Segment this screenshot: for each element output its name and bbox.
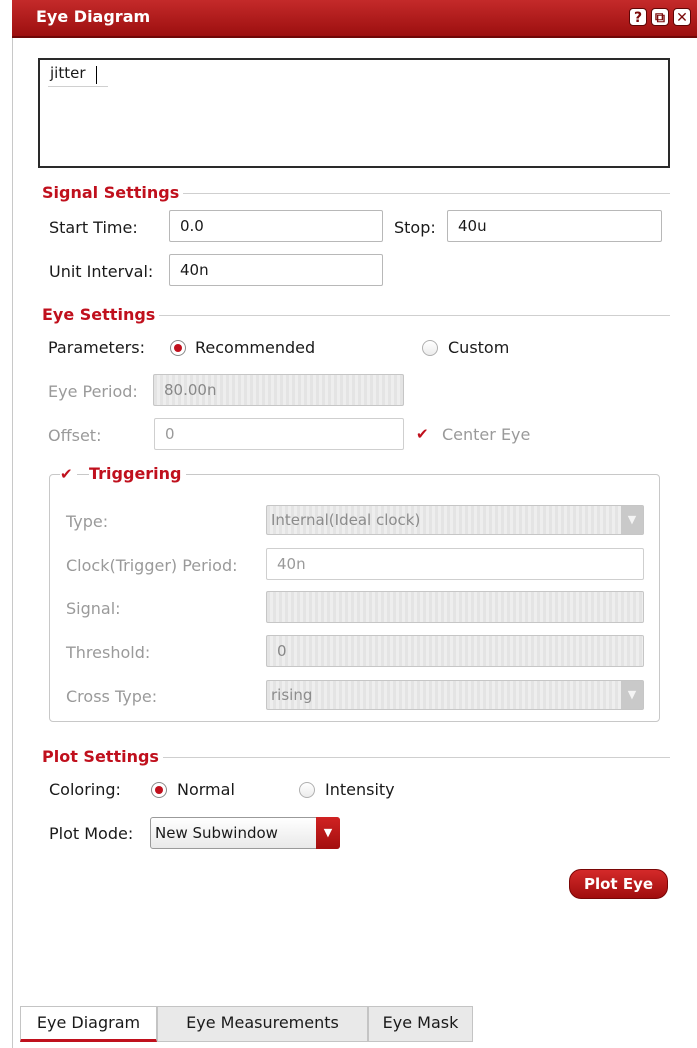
unit-interval-input[interactable]: 40n [169, 254, 383, 286]
plot-mode-value: New Subwindow [155, 824, 278, 842]
tab-eye-diagram[interactable]: Eye Diagram [20, 1006, 157, 1042]
cross-type-value: rising [271, 686, 313, 704]
threshold-label: Threshold: [66, 643, 151, 662]
triggering-checkbox[interactable]: ✔ [60, 465, 77, 483]
intensity-label: Intensity [325, 780, 395, 799]
dropdown-arrow-icon: ▼ [621, 681, 643, 709]
signal-settings-heading: Signal Settings [42, 183, 184, 202]
normal-radio[interactable] [151, 782, 167, 798]
offset-label: Offset: [48, 426, 102, 445]
checkmark-icon: ✔ [60, 465, 73, 483]
help-icon[interactable]: ? [629, 8, 647, 26]
triggering-heading: Triggering [89, 464, 186, 483]
text-caret [96, 66, 97, 84]
center-eye-label: Center Eye [442, 425, 531, 444]
stop-input[interactable]: 40u [447, 210, 662, 242]
center-eye-checkbox[interactable]: ✔ [416, 425, 429, 443]
eye-settings-heading: Eye Settings [42, 305, 160, 324]
title-bar: Eye Diagram ? ⧉ ✕ [12, 0, 697, 38]
normal-label: Normal [177, 780, 235, 799]
type-label: Type: [66, 512, 109, 531]
clock-period-label: Clock(Trigger) Period: [66, 556, 238, 575]
parameters-label: Parameters: [48, 338, 145, 357]
signal-input[interactable] [266, 591, 644, 623]
expression-text: jitter [50, 64, 86, 82]
text-underline [48, 86, 108, 87]
custom-label: Custom [448, 338, 510, 357]
plot-settings-heading: Plot Settings [42, 747, 163, 766]
threshold-input[interactable]: 0 [266, 635, 644, 667]
start-time-input[interactable]: 0.0 [169, 210, 383, 242]
recommended-radio[interactable] [170, 340, 186, 356]
intensity-radio[interactable] [299, 782, 315, 798]
eye-period-label: Eye Period: [48, 382, 138, 401]
stop-label: Stop: [394, 218, 436, 237]
plot-mode-select[interactable]: New Subwindow ▼ [150, 817, 340, 849]
tab-eye-mask[interactable]: Eye Mask [368, 1006, 473, 1042]
restore-icon[interactable]: ⧉ [651, 8, 669, 26]
plot-eye-button[interactable]: Plot Eye [569, 869, 668, 899]
cross-type-select[interactable]: rising ▼ [266, 680, 644, 710]
trigger-type-select[interactable]: Internal(Ideal clock) ▼ [266, 505, 644, 535]
expression-editor[interactable]: jitter [38, 58, 670, 168]
checkmark-icon: ✔ [416, 425, 429, 443]
dropdown-arrow-icon: ▼ [316, 817, 340, 849]
eye-period-input[interactable]: 80.00n [153, 374, 404, 406]
window-title: Eye Diagram [36, 7, 151, 26]
cross-type-label: Cross Type: [66, 687, 158, 706]
trigger-type-value: Internal(Ideal clock) [271, 511, 421, 529]
tab-eye-measurements[interactable]: Eye Measurements [157, 1006, 368, 1042]
clock-period-input[interactable]: 40n [266, 548, 644, 580]
offset-input[interactable]: 0 [154, 418, 404, 450]
plot-mode-label: Plot Mode: [49, 824, 134, 843]
close-icon[interactable]: ✕ [673, 8, 691, 26]
coloring-label: Coloring: [49, 780, 121, 799]
recommended-label: Recommended [195, 338, 316, 357]
dropdown-arrow-icon: ▼ [621, 506, 643, 534]
start-time-label: Start Time: [49, 218, 138, 237]
signal-label: Signal: [66, 599, 121, 618]
custom-radio[interactable] [422, 340, 438, 356]
unit-interval-label: Unit Interval: [49, 262, 154, 281]
